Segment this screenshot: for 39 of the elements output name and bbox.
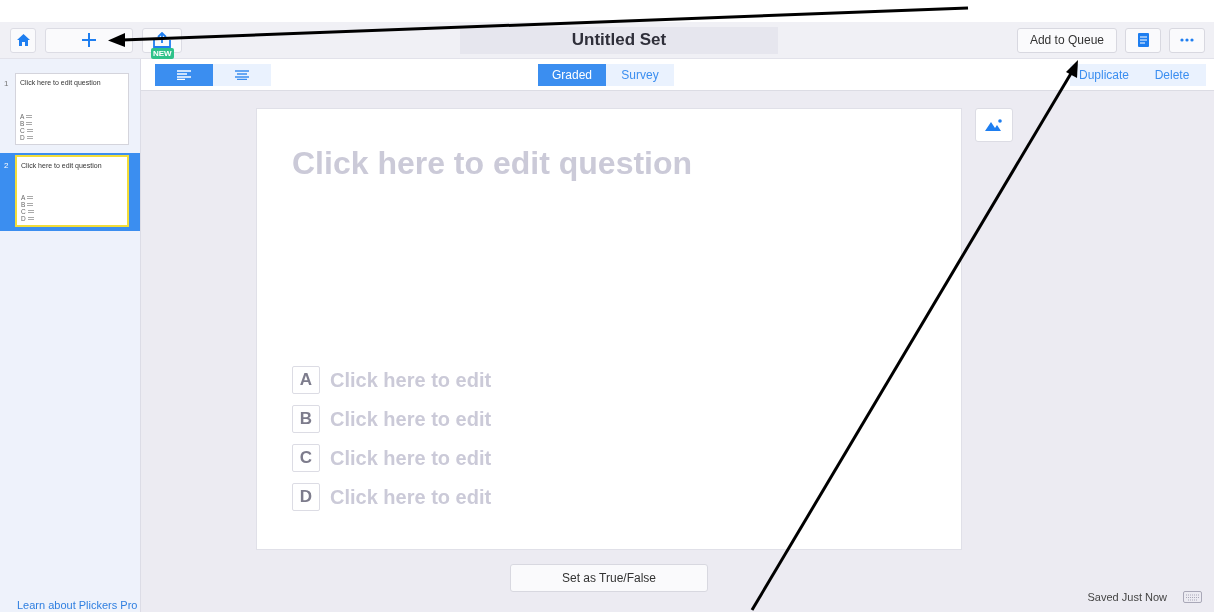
choice-line-icon — [27, 203, 34, 206]
choice-line-icon — [26, 136, 33, 139]
add-to-queue-button[interactable]: Add to Queue — [1016, 27, 1117, 53]
save-status: Saved Just Now — [1087, 591, 1167, 603]
choice-line-icon — [26, 115, 33, 118]
home-icon — [16, 34, 30, 46]
slide-number: 1 — [4, 78, 10, 88]
mode-tab[interactable]: Graded — [538, 63, 606, 86]
choice-letter: D — [292, 483, 320, 511]
add-button[interactable] — [45, 27, 133, 53]
choice-line-icon — [27, 196, 34, 199]
learn-pro-link[interactable]: Learn about Plickers Pro — [0, 599, 140, 612]
new-badge: NEW — [151, 47, 174, 59]
set-true-false-button[interactable]: Set as True/False — [510, 564, 708, 592]
mode-tab[interactable]: Survey — [606, 63, 674, 86]
layout-toggle[interactable] — [213, 63, 271, 86]
add-image-button[interactable] — [975, 108, 1013, 142]
layout-toggle[interactable] — [155, 63, 213, 86]
align-left-icon — [177, 69, 191, 80]
image-icon — [985, 119, 1003, 131]
notes-button[interactable] — [1125, 27, 1161, 53]
home-button[interactable] — [10, 27, 36, 53]
slide-number: 2 — [4, 160, 10, 170]
choice-line-icon — [27, 217, 34, 220]
upload-icon — [153, 32, 171, 48]
choice-letter: A — [292, 366, 320, 394]
slide-action-button[interactable]: Delete — [1138, 63, 1206, 86]
choice-line-icon — [26, 122, 33, 125]
more-icon — [1180, 38, 1194, 42]
choice-letter: B — [292, 405, 320, 433]
plus-icon — [82, 33, 96, 47]
document-icon — [1137, 33, 1149, 47]
set-title[interactable]: Untitled Set — [460, 26, 778, 54]
align-center-icon — [235, 69, 249, 80]
slide-action-button[interactable]: Duplicate — [1070, 63, 1138, 86]
keyboard-icon[interactable] — [1183, 591, 1202, 603]
choice-letter: C — [292, 444, 320, 472]
choice-line-icon — [26, 129, 33, 132]
choice-line-icon — [27, 210, 34, 213]
